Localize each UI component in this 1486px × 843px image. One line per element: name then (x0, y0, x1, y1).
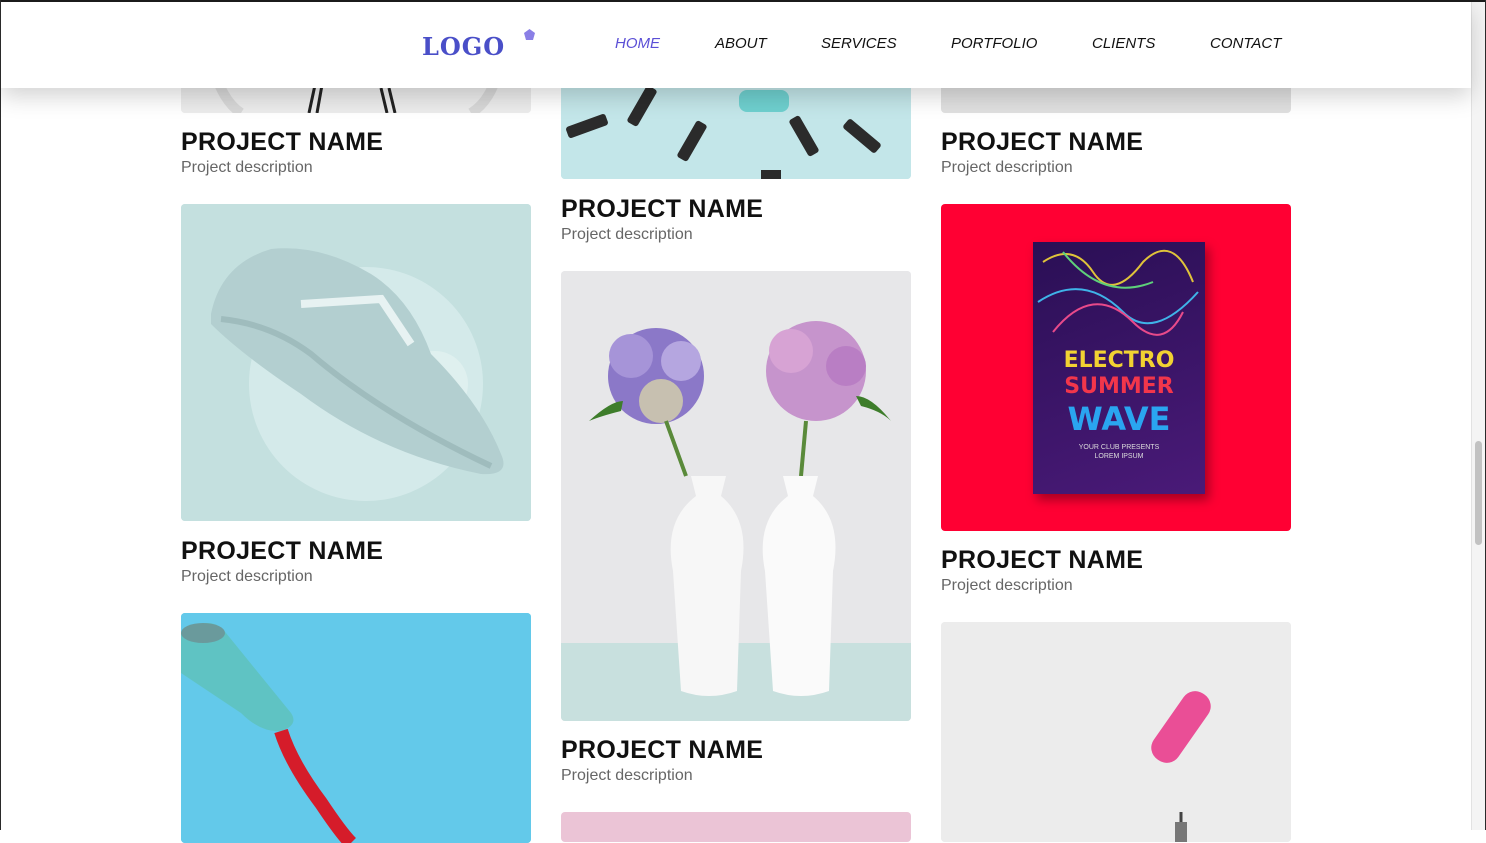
poster-subline-2: LOREM IPSUM (1094, 453, 1144, 460)
project-title[interactable]: PROJECT NAME (561, 195, 763, 224)
site-header: LOGO HOME ABOUT SERVICES PORTFOLIO CLIEN… (1, 2, 1471, 88)
vases-illustration (561, 271, 911, 721)
project-title[interactable]: PROJECT NAME (181, 537, 383, 566)
project-image-pink[interactable] (561, 812, 911, 842)
poster-line-2: SUMMER (1064, 374, 1174, 399)
project-title[interactable]: PROJECT NAME (181, 128, 383, 157)
nav-about[interactable]: ABOUT (715, 35, 767, 52)
nav-clients[interactable]: CLIENTS (1092, 35, 1155, 52)
window-left-border (0, 0, 1, 830)
project-title[interactable]: PROJECT NAME (941, 546, 1143, 575)
project-description: Project description (181, 159, 313, 176)
teapot-illustration (181, 613, 531, 843)
project-image-vases[interactable] (561, 271, 911, 721)
nav-portfolio[interactable]: PORTFOLIO (951, 35, 1037, 52)
lipstick-illustration (941, 622, 1291, 842)
poster-subline: YOUR CLUB PRESENTS (1078, 444, 1160, 451)
event-poster: ELECTRO SUMMER WAVE YOUR CLUB PRESENTS L… (1033, 242, 1205, 494)
site-logo[interactable]: LOGO (422, 32, 505, 61)
nav-home[interactable]: HOME (615, 35, 660, 52)
project-description: Project description (561, 767, 693, 784)
project-title[interactable]: PROJECT NAME (941, 128, 1143, 157)
nav-contact[interactable]: CONTACT (1210, 35, 1281, 52)
project-title[interactable]: PROJECT NAME (561, 736, 763, 765)
scrollbar-thumb[interactable] (1475, 441, 1482, 545)
vertical-scrollbar[interactable] (1471, 0, 1486, 830)
project-description: Project description (941, 159, 1073, 176)
project-image-sneaker[interactable] (181, 204, 531, 521)
project-image-poster[interactable]: ELECTRO SUMMER WAVE YOUR CLUB PRESENTS L… (941, 204, 1291, 531)
project-description: Project description (941, 577, 1073, 594)
nav-services[interactable]: SERVICES (821, 35, 897, 52)
project-image-teapot[interactable] (181, 613, 531, 843)
project-description: Project description (561, 226, 693, 243)
poster-line-3: WAVE (1067, 400, 1171, 438)
project-image-lipstick[interactable] (941, 622, 1291, 842)
poster-line-1: ELECTRO (1063, 348, 1175, 373)
sneaker-illustration (181, 204, 531, 521)
logo-gem-icon (524, 29, 535, 40)
window-top-border (0, 0, 1486, 2)
project-description: Project description (181, 568, 313, 585)
